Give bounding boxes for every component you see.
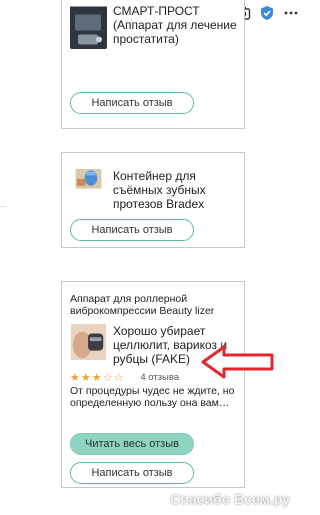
product-card: Контейнер для съёмных зубных протезов Br… [61,152,245,248]
more-icon[interactable] [282,4,300,22]
product-card: СМАРТ-ПРОСТ (Аппарат для лечение простат… [61,0,245,129]
review-count[interactable]: 4 отзыва [140,372,179,383]
red-arrow-icon [201,345,274,379]
shield-check-icon[interactable] [258,4,276,22]
divider [0,206,6,207]
product-name[interactable]: Контейнер для съёмных зубных протезов Br… [113,169,243,211]
watermark: Спасибо Всем.ру [170,491,290,507]
watermark-text: Спасибо Всем.ру [170,491,290,507]
review-product-title[interactable]: Аппарат для роллерной виброкомпрессии Be… [70,293,238,317]
review-thumbnail[interactable] [70,324,107,362]
rating-stars: ★★★☆☆ [70,372,125,384]
product-row[interactable]: СМАРТ-ПРОСТ (Аппарат для лечение простат… [70,4,243,49]
product-row[interactable]: Контейнер для съёмных зубных протезов Br… [70,169,243,211]
read-full-review-button[interactable]: Читать весь отзыв [70,433,194,455]
write-review-button[interactable]: Написать отзыв [70,219,194,241]
write-review-button[interactable]: Написать отзыв [70,462,194,484]
write-review-button[interactable]: Написать отзыв [70,92,194,114]
review-card: Аппарат для роллерной виброкомпрессии Be… [61,281,245,488]
review-snippet: От процедуры чудес не ждите, но определе… [70,385,235,409]
product-name[interactable]: СМАРТ-ПРОСТ (Аппарат для лечение простат… [113,4,243,46]
product-thumbnail[interactable] [70,4,107,49]
rating-row: ★★★☆☆ 4 отзыва [70,371,179,384]
product-thumbnail[interactable] [70,169,107,197]
